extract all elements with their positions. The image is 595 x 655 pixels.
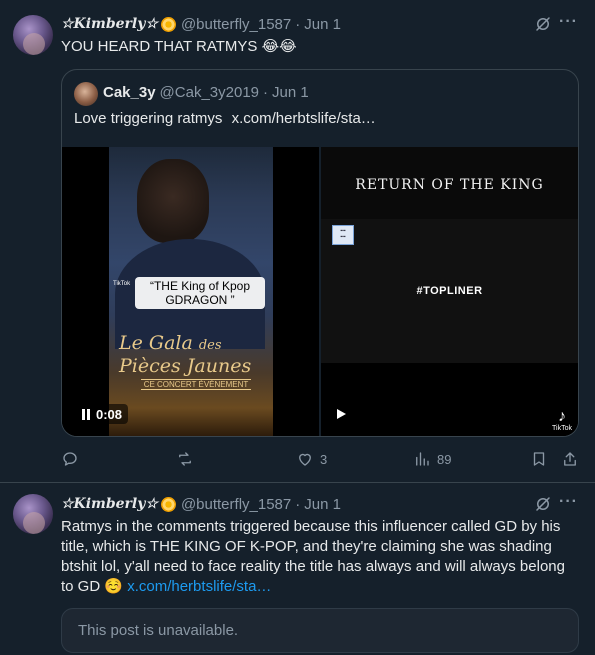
video-mid-band: ▪▪▪ ▪▪▪ #TOPLINER	[321, 219, 578, 363]
post-header: ☆Kimberly☆ @butterfly_1587 · Jun 1	[61, 494, 341, 514]
video-caption: “THE King of Kpop GDRAGON ”	[135, 277, 265, 309]
media-grid[interactable]: TikTok “THE King of Kpop GDRAGON ” Le Ga…	[62, 147, 578, 436]
analytics-icon	[416, 452, 429, 466]
post-header: ☆Kimberly☆ @butterfly_1587 · Jun 1	[61, 14, 341, 34]
display-name[interactable]: ☆Kimberly☆	[61, 496, 158, 512]
repost-icon	[179, 452, 191, 466]
tiktok-logo: ♪ TikTok	[552, 409, 572, 433]
display-name[interactable]: ☆Kimberly☆	[61, 16, 158, 32]
timestamp[interactable]: Jun 1	[304, 16, 341, 33]
action-bar: 3 89	[61, 449, 579, 469]
pause-icon	[82, 408, 85, 420]
separator: ·	[263, 84, 269, 101]
views-button[interactable]: 89	[413, 449, 451, 469]
play-icon[interactable]	[337, 409, 346, 419]
post[interactable]: ☆Kimberly☆ @butterfly_1587 · Jun 1 ··· Y…	[0, 0, 595, 483]
share-button[interactable]	[561, 449, 579, 469]
quoted-avatar[interactable]	[74, 82, 98, 106]
more-options-icon[interactable]: ···	[559, 494, 577, 513]
share-icon	[564, 452, 576, 466]
bookmark-icon	[533, 452, 545, 466]
reply-button[interactable]	[61, 449, 85, 469]
tiktok-note-icon: ♪	[558, 408, 567, 425]
timestamp[interactable]: Jun 1	[304, 496, 341, 513]
quoted-header: Cak_3y @Cak_3y2019 · Jun 1	[103, 84, 309, 101]
heart-icon	[299, 453, 311, 466]
separator: ·	[295, 15, 301, 33]
video-top-band: RETURN OF THE KING	[321, 147, 578, 219]
sticker-badge: ▪▪▪ ▪▪▪	[332, 225, 354, 245]
reply-icon	[63, 452, 77, 466]
separator: ·	[295, 495, 301, 513]
quoted-handle[interactable]: @Cak_3y2019	[160, 84, 259, 101]
flower-emoji-icon	[160, 16, 176, 32]
gala-line2: Pièces Jaunes	[119, 355, 252, 377]
tiktok-watermark: TikTok	[113, 281, 131, 287]
post-text: Ratmys in the comments triggered because…	[61, 517, 579, 597]
video-duration: 0:08	[96, 406, 123, 422]
video-right[interactable]: RETURN OF THE KING ▪▪▪ ▪▪▪ #TOPLINER ♪ Ti…	[321, 147, 578, 436]
more-options-icon[interactable]: ···	[559, 14, 577, 33]
grok-icon[interactable]	[534, 495, 552, 513]
like-count: 3	[320, 451, 328, 467]
quoted-text-body: Love triggering ratmys	[74, 110, 223, 127]
grok-icon[interactable]	[534, 15, 552, 33]
pause-icon	[87, 408, 90, 420]
gala-line1-small: des	[198, 338, 222, 353]
handle[interactable]: @butterfly_1587	[181, 496, 291, 513]
gala-logo: Le Gala des Pièces Jaunes	[119, 333, 251, 376]
tiktok-label: TikTok	[552, 425, 572, 432]
flower-emoji-icon	[160, 496, 176, 512]
bookmark-button[interactable]	[530, 449, 548, 469]
avatar[interactable]	[13, 494, 53, 534]
quoted-display-name[interactable]: Cak_3y	[103, 84, 156, 101]
repost-button[interactable]	[176, 449, 200, 469]
post[interactable]: ☆Kimberly☆ @butterfly_1587 · Jun 1 ··· R…	[0, 484, 595, 655]
person-silhouette	[137, 159, 209, 243]
video-title-text: RETURN OF THE KING	[355, 177, 544, 193]
views-count: 89	[437, 451, 452, 467]
avatar[interactable]	[13, 15, 53, 55]
quoted-post[interactable]: Cak_3y @Cak_3y2019 · Jun 1 Love triggeri…	[61, 69, 579, 437]
hashtag-text: #TOPLINER	[416, 285, 483, 297]
handle[interactable]: @butterfly_1587	[181, 16, 291, 33]
gala-line1: Le Gala	[119, 332, 193, 354]
quoted-link[interactable]: x.com/herbtslife/sta…	[232, 110, 376, 127]
video-frame[interactable]: TikTok “THE King of Kpop GDRAGON ” Le Ga…	[109, 147, 273, 436]
post-text: YOU HEARD THAT RATMYS 😂😂	[61, 38, 297, 55]
pause-button[interactable]: 0:08	[76, 404, 129, 424]
post-link[interactable]: x.com/herbtslife/sta…	[127, 578, 271, 595]
video-left[interactable]: TikTok “THE King of Kpop GDRAGON ” Le Ga…	[62, 147, 319, 436]
quoted-timestamp[interactable]: Jun 1	[272, 84, 309, 101]
quoted-text: Love triggering ratmys x.com/herbtslife/…	[74, 110, 376, 127]
unavailable-post-notice: This post is unavailable.	[61, 608, 579, 653]
like-button[interactable]: 3	[296, 449, 327, 469]
concert-banner: CE CONCERT ÉVÉNEMENT	[141, 379, 251, 390]
